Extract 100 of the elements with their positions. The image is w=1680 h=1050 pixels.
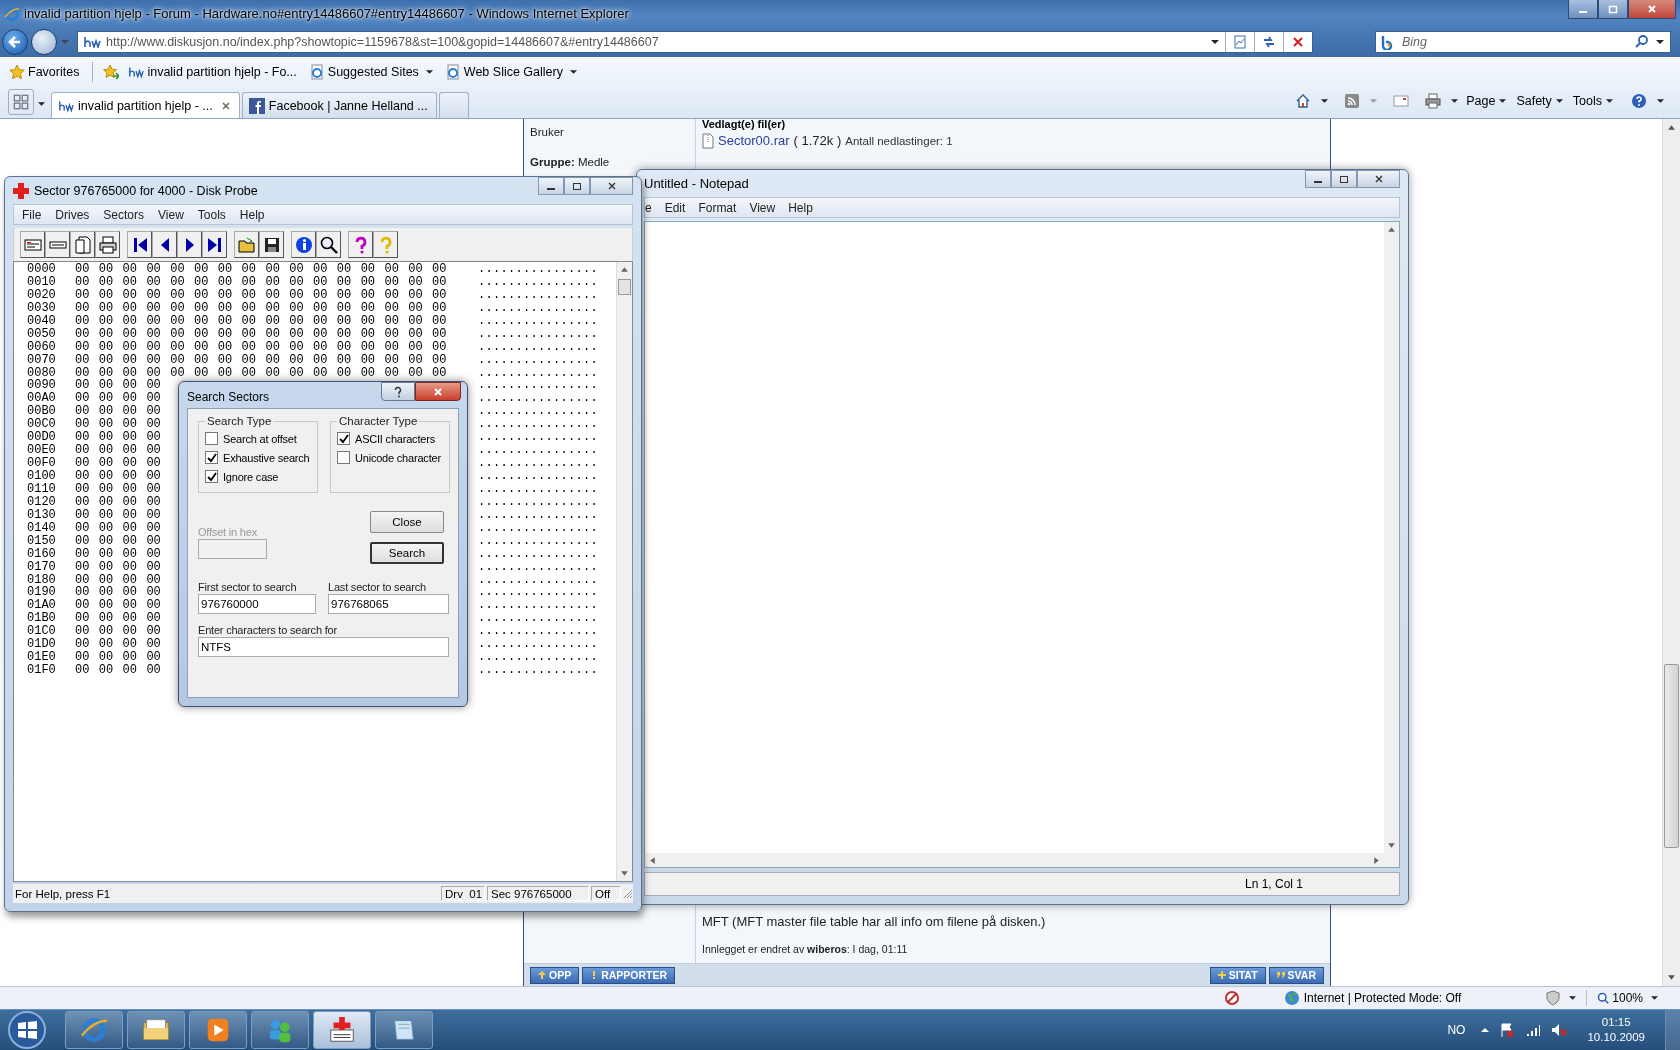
mail-icon[interactable] [1393,93,1410,109]
scroll-down-icon[interactable] [1387,841,1396,850]
checkbox[interactable] [205,432,218,445]
scroll-up-icon[interactable] [1387,225,1396,234]
close-button[interactable] [415,382,461,401]
zoom-button[interactable]: 100% [1597,991,1643,1005]
toolbar-button[interactable] [152,231,177,258]
taskbar-app-button[interactable] [251,1011,309,1049]
menu-item[interactable]: View [749,200,776,215]
show-hidden-icons-icon[interactable] [1481,1028,1490,1032]
browser-tab[interactable]: Facebook | Janne Helland ... [241,92,437,118]
scroll-down-icon[interactable] [1667,973,1676,982]
back-button[interactable] [2,29,28,55]
toolbar-button[interactable] [316,231,341,258]
scroll-down-icon[interactable] [620,869,629,878]
checkbox-label[interactable]: Ignore case [223,470,279,483]
printer-icon[interactable] [1425,93,1442,109]
minimize-button[interactable] [1568,0,1598,19]
checkbox[interactable] [205,470,218,483]
home-icon[interactable] [1295,93,1312,109]
menu-item[interactable]: Help [788,200,813,215]
toolbar-button[interactable] [45,231,70,258]
clock-date[interactable]: 10.10.2009 [1587,1030,1645,1045]
first-sector-field[interactable]: 976760000 [198,594,316,614]
scroll-up-icon[interactable] [1667,123,1676,132]
search-field[interactable]: Bing [1375,31,1671,53]
menu-item[interactable]: Edit [664,200,686,215]
caret-icon[interactable] [1211,40,1219,44]
toolbar-button[interactable] [348,231,373,258]
toolbar-button[interactable] [373,231,398,258]
post-action-button[interactable]: RAPPORTER [582,966,676,984]
taskbar-app-button[interactable] [65,1011,123,1049]
last-sector-field[interactable]: 976768065 [328,594,449,614]
post-action-button[interactable]: OPP [530,966,580,984]
muted-speaker-icon[interactable] [1551,1022,1568,1038]
dialog-button[interactable]: Close [370,511,444,533]
favorites-button[interactable]: Favorites [6,62,83,82]
caret-icon[interactable] [1651,996,1658,1000]
toolbar-button[interactable] [20,231,45,258]
browser-tab[interactable]: invalid partition hjelp - ... [51,92,240,118]
search-icon[interactable] [1634,34,1650,50]
checkbox[interactable] [337,451,350,464]
checkbox-label[interactable]: Unicode character [355,451,441,464]
post-action-button[interactable]: SITAT [1209,966,1266,984]
menu-item[interactable]: e [645,200,652,215]
dialog-button[interactable]: Search [370,542,444,564]
forward-button[interactable] [31,29,57,55]
toolbar-button[interactable] [70,231,95,258]
quick-tabs-icon[interactable] [8,89,34,115]
toolbar-button[interactable] [177,231,202,258]
favorite-menu[interactable]: Suggested Sites [305,62,436,82]
scroll-left-icon[interactable] [648,855,657,865]
menu-item[interactable]: Sectors [103,207,145,222]
toolbar-button[interactable] [234,231,259,258]
flag-icon[interactable] [1499,1022,1516,1038]
menu-item[interactable]: Format [698,200,737,215]
menu-item[interactable]: Drives [55,207,90,222]
maximize-button[interactable] [1331,170,1357,188]
add-favorite-icon[interactable] [103,64,120,80]
help-icon[interactable] [1631,93,1647,109]
caret-icon[interactable] [1657,99,1664,103]
checkbox-label[interactable]: ASCII characters [355,432,435,445]
close-button[interactable] [1628,0,1676,19]
taskbar-app-button[interactable] [375,1011,433,1049]
scrollbar-thumb[interactable] [618,279,631,295]
minimize-button[interactable] [538,177,564,195]
address-field[interactable]: http://www.diskusjon.no/index.php?showtopic=1159678&st=100&gopid=14486607&#entry14486607 [77,31,1313,53]
taskbar-app-button[interactable] [313,1011,371,1049]
menu-item[interactable]: View [158,207,184,222]
scroll-up-icon[interactable] [620,265,629,274]
menu-item[interactable]: File [22,207,42,222]
caret-icon[interactable] [1569,996,1577,1000]
command-menu[interactable]: Tools [1570,94,1615,108]
clock-time[interactable]: 01:15 [1601,1015,1631,1030]
command-menu[interactable]: Safety [1514,94,1565,108]
caret-icon[interactable] [1451,99,1459,103]
caret-icon[interactable] [1656,40,1664,44]
taskbar-app-button[interactable] [127,1011,185,1049]
maximize-button[interactable] [1598,0,1628,19]
start-button[interactable] [7,1010,47,1050]
toolbar-button[interactable] [291,231,316,258]
caret-icon[interactable] [1321,99,1329,103]
close-icon[interactable] [220,100,231,111]
toolbar-button[interactable] [202,231,227,258]
attachment-link[interactable]: Sector00.rar [718,133,790,148]
checkbox-label[interactable]: Exhaustive search [223,451,310,464]
toolbar-button[interactable] [95,231,120,258]
language-indicator[interactable]: NO [1447,1023,1466,1037]
shield-icon[interactable] [1545,990,1562,1006]
favorite-link[interactable]: invalid partition hjelp - Fo... [125,62,300,82]
taskbar-app-button[interactable] [189,1011,247,1049]
signal-icon[interactable] [1525,1022,1542,1038]
scrollbar-thumb[interactable] [1664,664,1679,848]
help-button[interactable] [381,382,415,401]
post-action-button[interactable]: SVAR [1268,966,1324,984]
resize-grip-icon[interactable] [623,888,633,899]
toolbar-button[interactable] [127,231,152,258]
toolbar-button[interactable] [259,231,284,258]
favorite-menu[interactable]: Web Slice Gallery [441,62,580,82]
checkbox[interactable] [205,451,218,464]
